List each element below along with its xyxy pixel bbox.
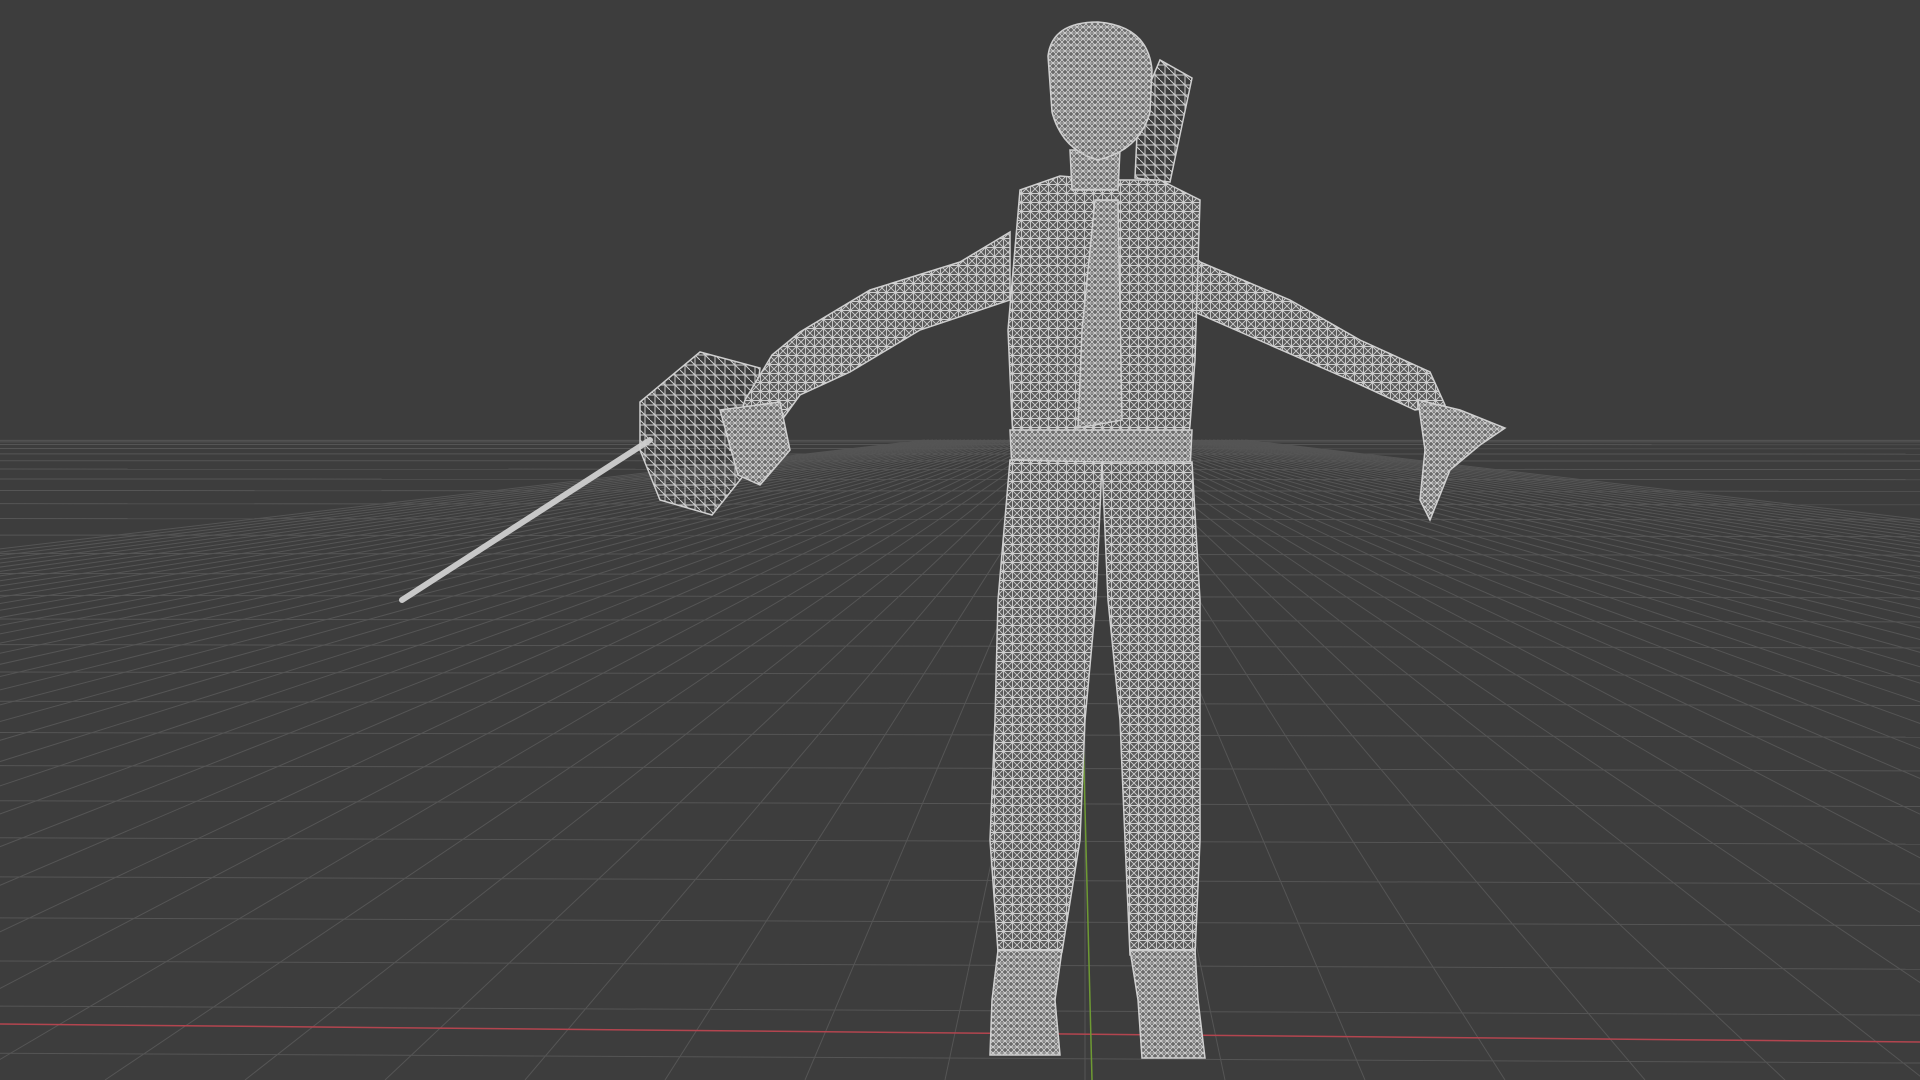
left-boot	[989, 949, 1063, 1056]
character-mesh[interactable]	[399, 21, 1507, 1059]
x-axis-line	[0, 1023, 1920, 1043]
right-boot	[1129, 949, 1206, 1059]
head	[1047, 21, 1153, 161]
floor-grid	[0, 439, 1920, 1080]
right-arm	[1169, 225, 1447, 411]
3d-viewport[interactable]	[0, 0, 1920, 1080]
y-axis-line	[1082, 729, 1093, 1080]
